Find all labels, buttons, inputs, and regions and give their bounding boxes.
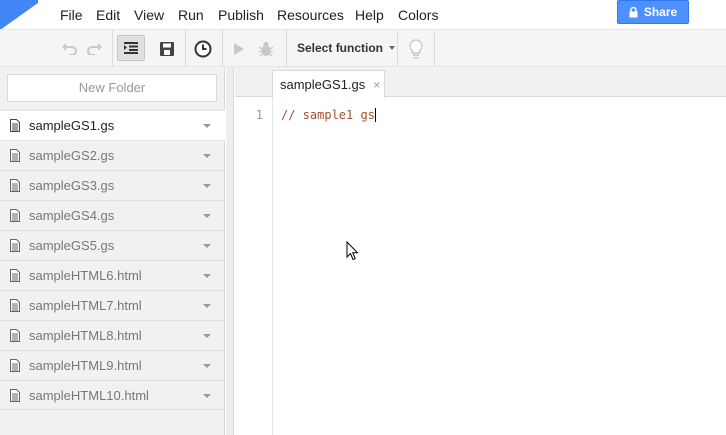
file-item[interactable]: sampleGS3.gs <box>0 170 225 200</box>
menu-colors[interactable]: Colors <box>398 7 438 23</box>
run-icon[interactable] <box>230 30 248 67</box>
file-name: sampleGS2.gs <box>29 148 115 163</box>
chevron-down-icon[interactable] <box>203 334 211 338</box>
code-editor[interactable]: 1 // sample1 gs <box>235 98 726 435</box>
file-item[interactable]: sampleHTML9.html <box>0 350 225 380</box>
close-icon[interactable]: × <box>373 78 380 92</box>
sidebar-resize-handle[interactable] <box>226 67 234 435</box>
editor-tab-strip: sampleGS1.gs × <box>235 67 726 98</box>
share-button[interactable]: Share <box>617 0 689 24</box>
file-item[interactable]: sampleGS5.gs <box>0 230 225 260</box>
file-list: sampleGS1.gs sampleGS2.gs sampleGS3.gs samp… <box>0 110 225 410</box>
code-line[interactable]: // sample1 gs <box>281 108 376 122</box>
file-name: sampleHTML6.html <box>29 268 142 283</box>
save-icon[interactable] <box>157 30 177 67</box>
menu-file[interactable]: File <box>60 7 83 23</box>
file-item[interactable]: sampleHTML10.html <box>0 380 225 410</box>
tab-samplegs1[interactable]: sampleGS1.gs × <box>272 70 385 98</box>
file-item[interactable]: sampleHTML6.html <box>0 260 225 290</box>
toolbar-divider <box>434 30 435 67</box>
file-name: sampleGS1.gs <box>29 118 115 133</box>
file-name: sampleGS4.gs <box>29 208 115 223</box>
toolbar-divider <box>112 30 113 67</box>
text-cursor <box>374 108 376 122</box>
share-label: Share <box>643 5 678 19</box>
toolbar: Select function <box>0 29 726 67</box>
mouse-pointer-icon <box>346 241 359 261</box>
chevron-down-icon[interactable] <box>203 214 211 218</box>
lightbulb-icon[interactable] <box>406 30 426 67</box>
file-item[interactable]: sampleGS2.gs <box>0 140 225 170</box>
line-number-gutter: 1 <box>235 98 273 435</box>
toolbar-divider <box>185 30 186 67</box>
file-name: sampleGS5.gs <box>29 238 115 253</box>
file-sidebar: New Folder sampleGS1.gs sampleGS2.gs sampl… <box>0 67 225 435</box>
document-icon <box>10 179 20 192</box>
document-icon <box>10 209 20 222</box>
file-name: sampleGS3.gs <box>29 178 115 193</box>
chevron-down-icon[interactable] <box>203 274 211 278</box>
chevron-down-icon[interactable] <box>203 244 211 248</box>
chevron-down-icon[interactable] <box>203 184 211 188</box>
indent-icon[interactable] <box>117 35 145 61</box>
document-icon <box>10 119 20 132</box>
file-item[interactable]: sampleGS4.gs <box>0 200 225 230</box>
chevron-down-icon[interactable] <box>203 364 211 368</box>
document-icon <box>10 299 20 312</box>
undo-icon[interactable] <box>60 30 78 67</box>
toolbar-divider <box>286 30 287 67</box>
menu-resources[interactable]: Resources <box>277 7 344 23</box>
file-name: sampleHTML7.html <box>29 298 142 313</box>
chevron-down-icon[interactable] <box>203 124 211 128</box>
chevron-down-icon[interactable] <box>203 154 211 158</box>
toolbar-divider <box>222 30 223 67</box>
triggers-clock-icon[interactable] <box>191 30 215 67</box>
document-icon <box>10 149 20 162</box>
new-folder-button[interactable]: New Folder <box>7 74 217 102</box>
menu-bar: File Edit View Run Publish Resources Hel… <box>0 0 726 29</box>
menu-help[interactable]: Help <box>355 7 384 23</box>
file-item[interactable]: sampleGS1.gs <box>0 110 225 140</box>
document-icon <box>10 269 20 282</box>
file-item[interactable]: sampleHTML8.html <box>0 320 225 350</box>
document-icon <box>10 329 20 342</box>
file-name: sampleHTML9.html <box>29 358 142 373</box>
menu-run[interactable]: Run <box>178 7 204 23</box>
lock-icon <box>629 6 638 17</box>
document-icon <box>10 239 20 252</box>
menu-view[interactable]: View <box>134 7 164 23</box>
menu-publish[interactable]: Publish <box>218 7 264 23</box>
select-function-label: Select function <box>297 41 384 55</box>
tab-label: sampleGS1.gs <box>280 77 366 92</box>
select-function-dropdown[interactable]: Select function <box>297 41 396 55</box>
file-name: sampleHTML8.html <box>29 328 142 343</box>
code-comment: // sample1 gs <box>281 108 375 122</box>
line-number: 1 <box>255 108 263 122</box>
toolbar-divider <box>397 30 398 67</box>
chevron-down-icon <box>389 46 396 50</box>
document-icon <box>10 389 20 402</box>
redo-icon[interactable] <box>86 30 104 67</box>
chevron-down-icon[interactable] <box>203 304 211 308</box>
chevron-down-icon[interactable] <box>203 394 211 398</box>
file-name: sampleHTML10.html <box>29 388 149 403</box>
file-item[interactable]: sampleHTML7.html <box>0 290 225 320</box>
menu-edit[interactable]: Edit <box>96 7 120 23</box>
document-icon <box>10 359 20 372</box>
debug-bug-icon[interactable] <box>256 30 276 67</box>
